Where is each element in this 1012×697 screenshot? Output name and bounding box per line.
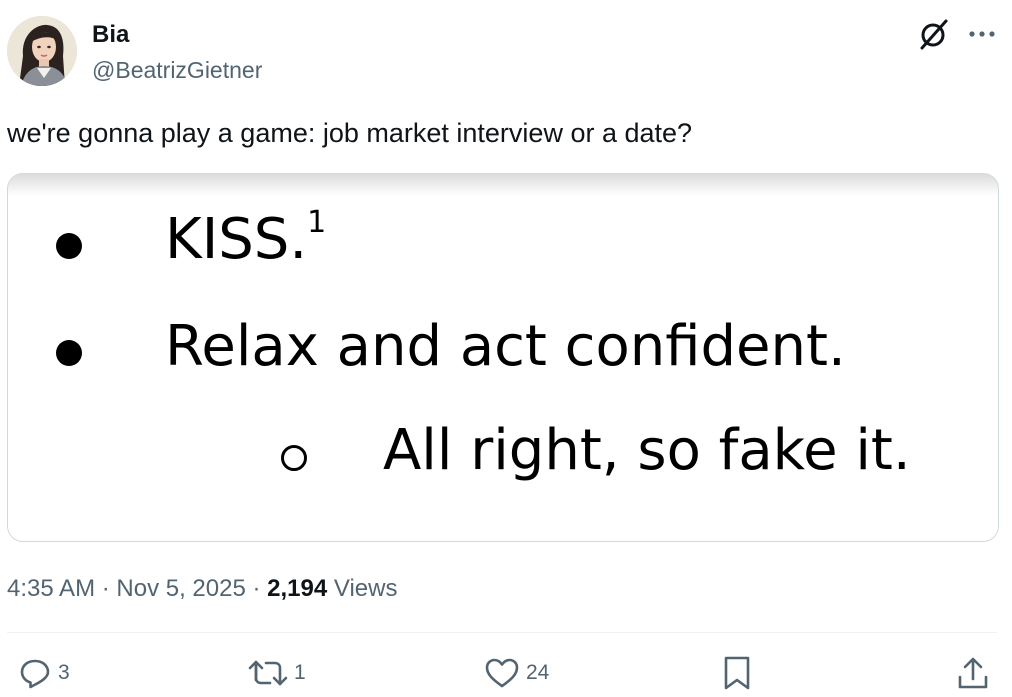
grok-icon[interactable] bbox=[918, 18, 950, 50]
repost-count: 1 bbox=[294, 661, 306, 684]
slide-line-kiss-text: KISS. bbox=[165, 207, 308, 272]
bullet-circle-icon bbox=[281, 445, 307, 471]
meta-separator: · bbox=[245, 575, 268, 602]
tweet-date[interactable]: Nov 5, 2025 bbox=[116, 575, 245, 602]
bullet-disc-icon bbox=[56, 340, 82, 366]
like-button[interactable]: 24 bbox=[484, 655, 549, 691]
slide-line-relax: Relax and act confident. bbox=[165, 314, 846, 379]
tweet-media-image[interactable]: KISS.1 Relax and act confident. All righ… bbox=[7, 173, 999, 542]
avatar-portrait-icon bbox=[7, 16, 77, 86]
more-icon[interactable] bbox=[966, 21, 998, 47]
tweet-time[interactable]: 4:35 AM bbox=[7, 575, 95, 602]
bullet-disc-icon bbox=[56, 233, 82, 259]
reply-count: 3 bbox=[58, 661, 70, 684]
views-count: 2,194 bbox=[267, 575, 328, 602]
slide-line-kiss: KISS.1 bbox=[165, 208, 326, 272]
share-icon bbox=[958, 657, 988, 689]
display-name[interactable]: Bia bbox=[92, 20, 129, 50]
share-button[interactable] bbox=[956, 655, 990, 691]
reply-button[interactable]: 3 bbox=[18, 655, 70, 691]
bookmark-button[interactable] bbox=[720, 655, 754, 691]
repost-button[interactable]: 1 bbox=[248, 655, 306, 691]
user-handle[interactable]: @BeatrizGietner bbox=[92, 56, 262, 84]
media-shadow bbox=[8, 174, 998, 196]
divider bbox=[7, 632, 997, 633]
heart-icon bbox=[485, 658, 519, 688]
slide-line-fake-it: All right, so fake it. bbox=[383, 418, 911, 483]
meta-separator: · bbox=[95, 575, 117, 602]
bookmark-icon bbox=[724, 656, 750, 690]
avatar[interactable] bbox=[7, 16, 77, 86]
tweet-meta: 4:35 AM · Nov 5, 2025 · 2,194 Views bbox=[7, 574, 397, 604]
repost-icon bbox=[248, 660, 288, 686]
views-label: Views bbox=[327, 575, 398, 602]
slide-footnote-marker: 1 bbox=[307, 205, 327, 240]
reply-icon bbox=[20, 659, 50, 689]
tweet-text: we're gonna play a game: job market inte… bbox=[7, 118, 693, 148]
like-count: 24 bbox=[526, 661, 550, 684]
